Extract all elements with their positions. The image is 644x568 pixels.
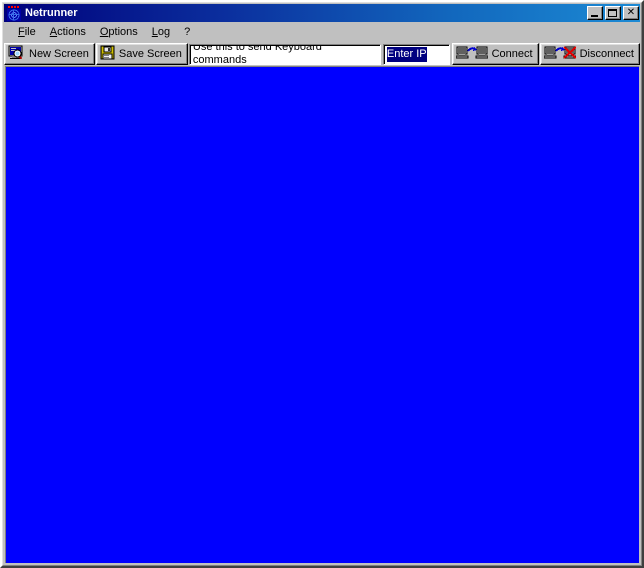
disconnect-button[interactable]: Disconnect: [540, 43, 640, 65]
connect-button[interactable]: Connect: [452, 43, 539, 65]
titlebar[interactable]: Netrunner ✕: [4, 4, 640, 22]
menu-item-file[interactable]: File: [11, 24, 43, 41]
floppy-disk-icon: [100, 45, 115, 63]
minimize-icon: [591, 15, 598, 17]
ip-address-value: Enter IP: [387, 47, 427, 62]
window-inner-frame: Netrunner ✕ File Actions Options Log ?: [2, 2, 642, 566]
save-screen-label: Save Screen: [119, 48, 182, 61]
window-title: Netrunner: [25, 6, 587, 20]
keyboard-command-input[interactable]: Use this to send Keyboard commands: [189, 44, 381, 65]
close-icon: ✕: [624, 7, 638, 19]
toolbar: New Screen Save Screen: [3, 42, 641, 66]
save-screen-button[interactable]: Save Screen: [96, 43, 188, 65]
close-button[interactable]: ✕: [623, 6, 639, 20]
menu-item-options-rest: ptions: [108, 26, 137, 38]
netrunner-globe-icon: [6, 6, 22, 21]
application-window: Netrunner ✕ File Actions Options Log ?: [0, 0, 644, 568]
minimize-button[interactable]: [587, 6, 603, 20]
menu-item-actions-rest: ctions: [57, 26, 86, 38]
new-screen-label: New Screen: [29, 48, 89, 61]
remote-screen-area: [3, 66, 641, 565]
menu-item-file-rest: ile: [25, 26, 36, 38]
menu-item-actions[interactable]: Actions: [43, 24, 93, 41]
menu-item-log[interactable]: Log: [145, 24, 177, 41]
two-computers-link-icon: [456, 45, 488, 63]
monitor-magnifier-icon: [8, 45, 25, 64]
maximize-icon: [608, 9, 617, 17]
maximize-button[interactable]: [605, 6, 621, 20]
keyboard-command-value: Use this to send Keyboard commands: [193, 44, 378, 65]
new-screen-button[interactable]: New Screen: [4, 43, 95, 65]
ip-address-input[interactable]: Enter IP: [383, 44, 450, 65]
window-controls: ✕: [587, 6, 639, 20]
menu-item-options[interactable]: Options: [93, 24, 145, 41]
menu-item-help[interactable]: ?: [177, 24, 197, 41]
disconnect-label: Disconnect: [580, 48, 634, 61]
menu-item-log-rest: og: [158, 26, 170, 38]
remote-screen-canvas[interactable]: [5, 66, 639, 563]
connect-label: Connect: [492, 48, 533, 61]
menubar: File Actions Options Log ?: [3, 22, 641, 42]
menu-item-help-label: ?: [184, 26, 190, 38]
two-computers-broken-link-icon: [544, 45, 576, 63]
